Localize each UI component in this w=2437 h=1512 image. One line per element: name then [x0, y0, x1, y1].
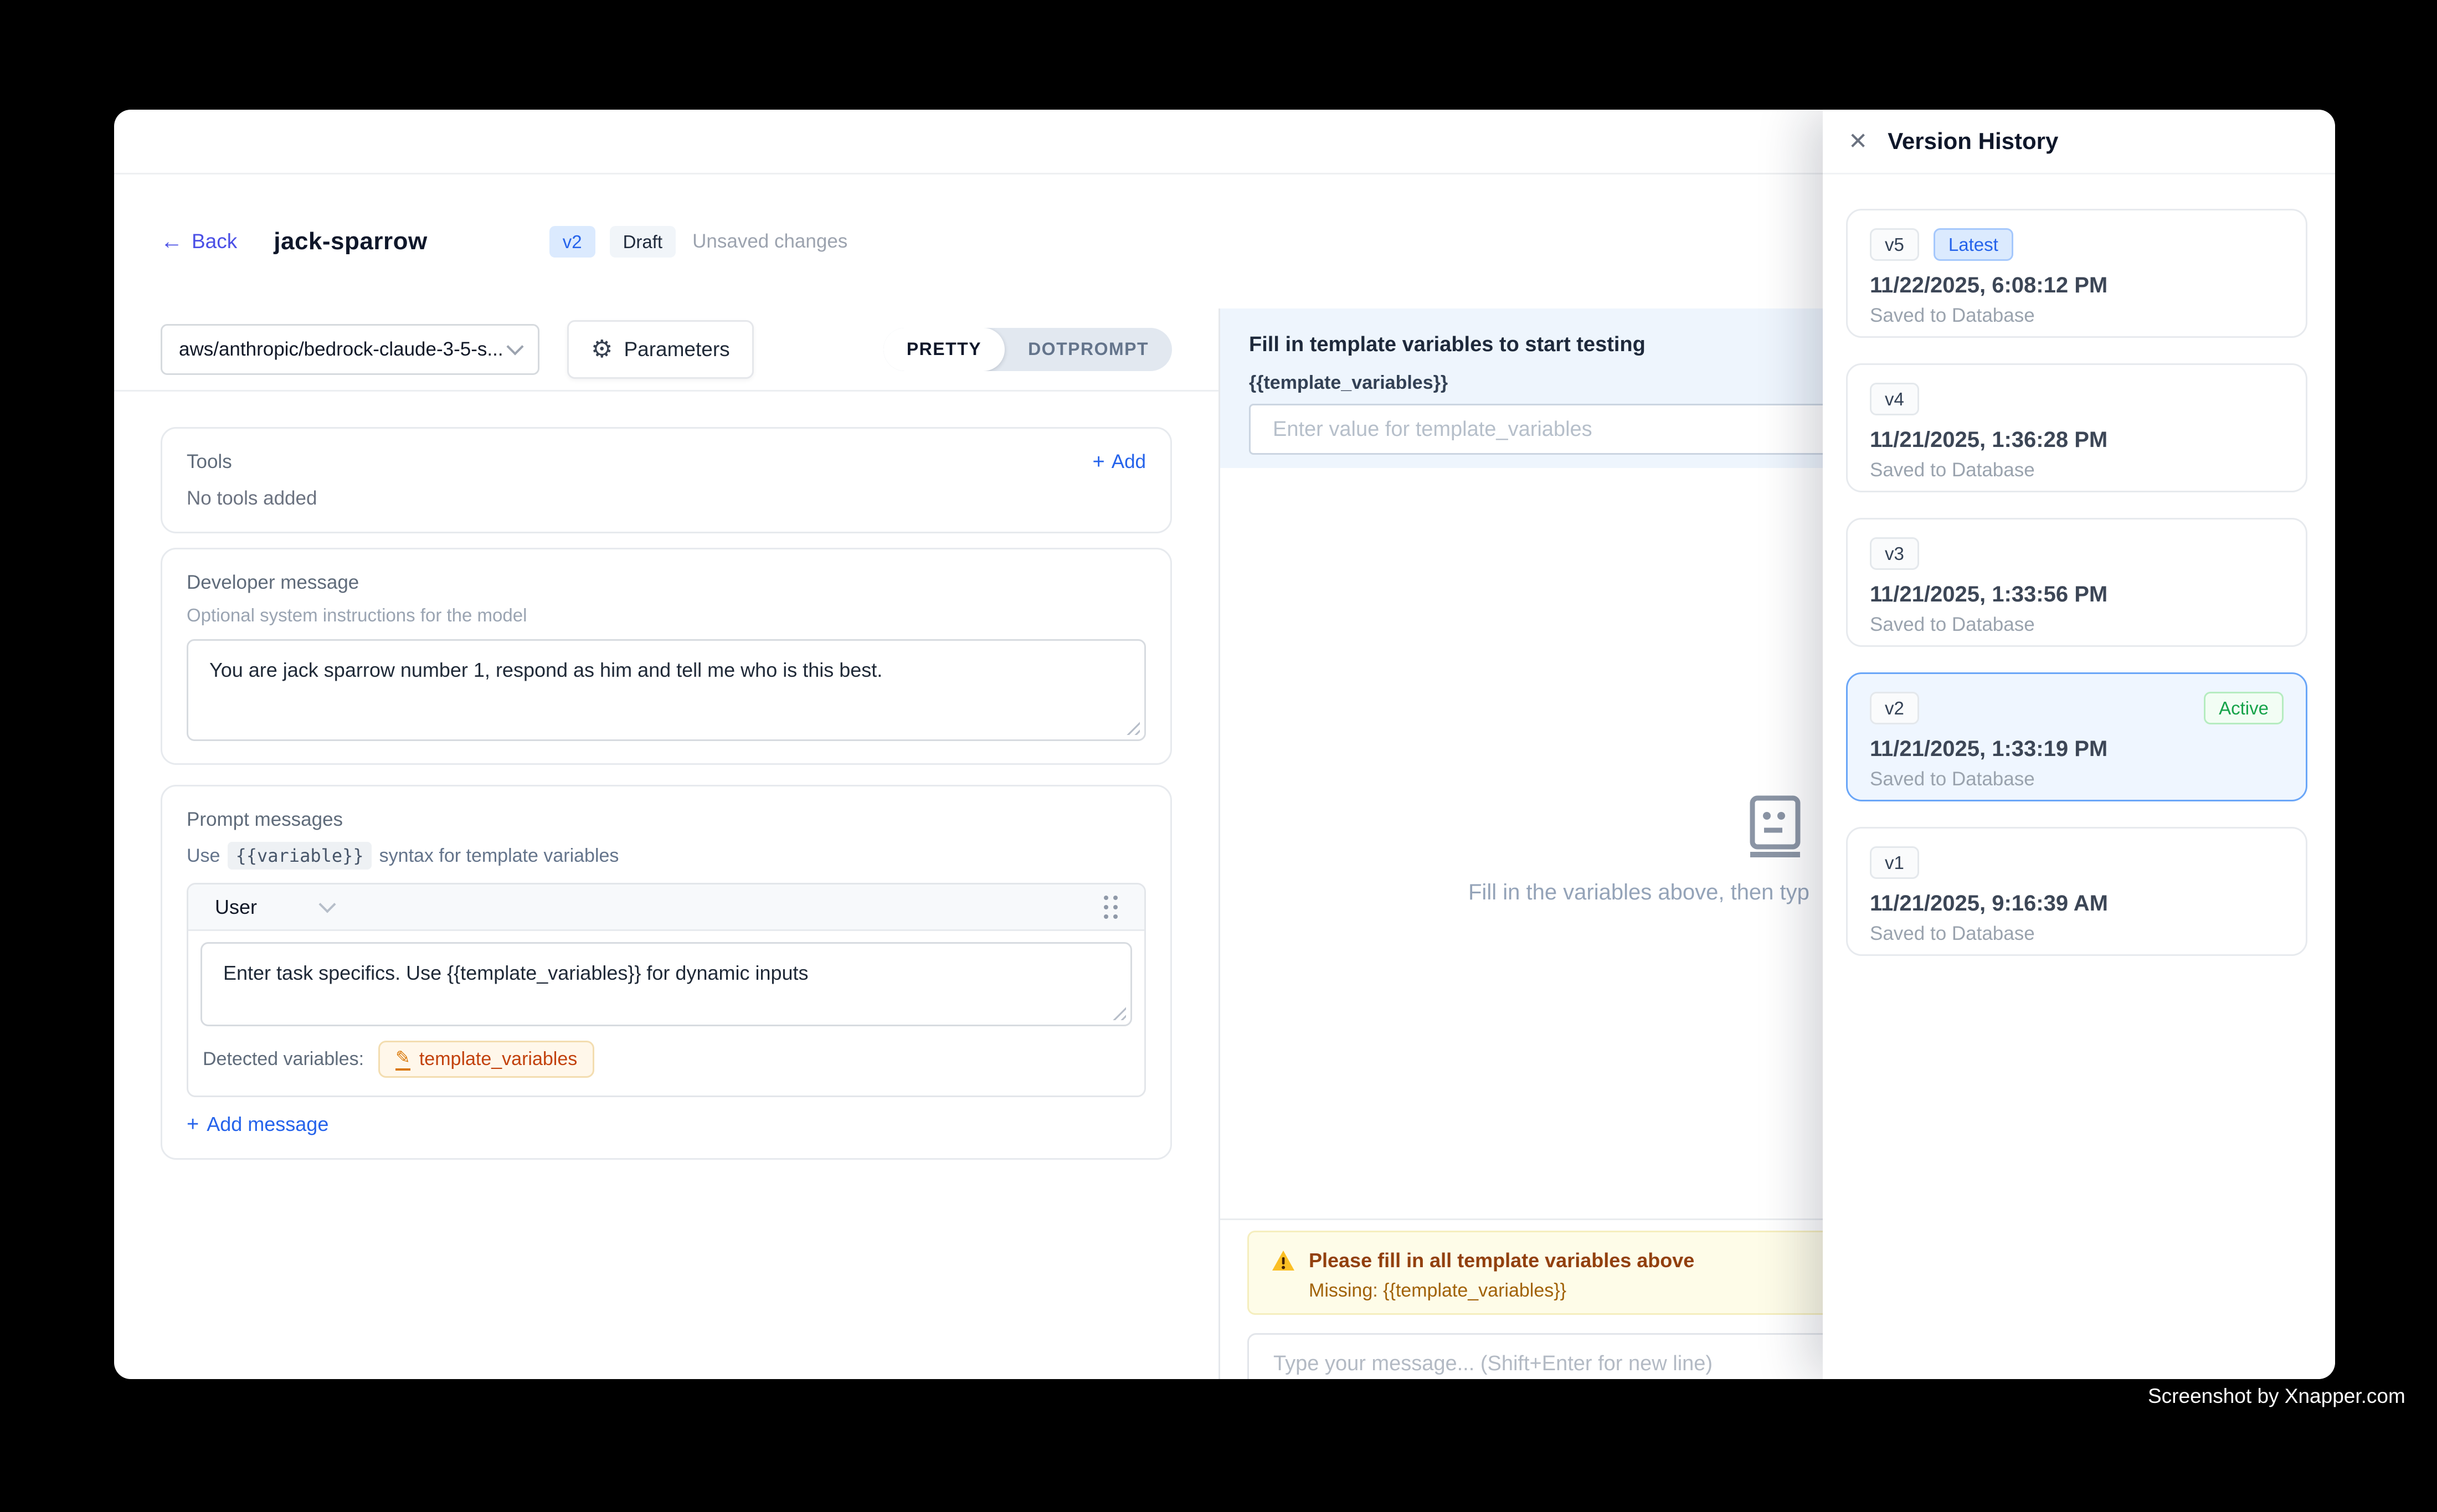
version-number-badge: v3	[1870, 537, 1919, 570]
tools-card: Tools + Add No tools added	[161, 427, 1172, 533]
hint-prefix: Use	[187, 845, 220, 867]
version-timestamp: 11/22/2025, 6:08:12 PM	[1870, 273, 2284, 298]
robot-icon	[1741, 795, 1808, 861]
user-message-input[interactable]: Enter task specifics. Use {{template_var…	[202, 944, 1130, 1025]
editor-pane: aws/anthropic/bedrock-claude-3-5-s... ⚙ …	[114, 308, 1220, 1379]
prompt-messages-title: Prompt messages	[187, 809, 1146, 831]
active-badge: Active	[2204, 692, 2284, 724]
chevron-down-icon	[506, 338, 523, 355]
chevron-down-icon[interactable]	[318, 896, 336, 913]
empty-state-text: Fill in the variables above, then typ	[1468, 880, 1809, 905]
version-list: v5 Latest 11/22/2025, 6:08:12 PM Saved t…	[1823, 174, 2335, 1379]
version-badge: v2	[549, 226, 595, 258]
gear-icon: ⚙	[591, 337, 613, 362]
parameters-label: Parameters	[624, 338, 729, 361]
latest-badge: Latest	[1934, 228, 2013, 261]
back-arrow-icon: ←	[161, 230, 183, 253]
version-card[interactable]: v5 Latest 11/22/2025, 6:08:12 PM Saved t…	[1846, 209, 2307, 338]
model-select[interactable]: aws/anthropic/bedrock-claude-3-5-s...	[161, 324, 539, 375]
version-card[interactable]: v4 11/21/2025, 1:36:28 PM Saved to Datab…	[1846, 363, 2307, 492]
version-timestamp: 11/21/2025, 1:33:56 PM	[1870, 582, 2284, 607]
version-status: Saved to Database	[1870, 768, 2284, 790]
hint-suffix: syntax for template variables	[379, 845, 619, 867]
close-icon[interactable]: ✕	[1848, 130, 1868, 153]
version-card[interactable]: v3 11/21/2025, 1:33:56 PM Saved to Datab…	[1846, 518, 2307, 647]
model-select-value: aws/anthropic/bedrock-claude-3-5-s...	[179, 338, 503, 361]
detected-variables-row: Detected variables: ✎ template_variables	[188, 1026, 1144, 1096]
role-select-value: User	[215, 896, 257, 919]
plus-icon: +	[187, 1114, 199, 1135]
message-block: User Enter task specifics. Use {{templat…	[187, 883, 1146, 1097]
variable-syntax-hint: Use {{variable}} syntax for template var…	[187, 842, 1146, 870]
version-number-badge: v4	[1870, 383, 1919, 415]
unsaved-changes-text: Unsaved changes	[692, 230, 847, 253]
message-role-header: User	[188, 884, 1144, 931]
back-button[interactable]: ← Back	[161, 230, 237, 253]
drag-handle-icon[interactable]	[1104, 896, 1118, 919]
version-history-header: ✕ Version History	[1823, 110, 2335, 174]
page-title: jack-sparrow	[274, 228, 427, 255]
editor-toolbar: aws/anthropic/bedrock-claude-3-5-s... ⚙ …	[114, 308, 1218, 392]
prompt-messages-card: Prompt messages Use {{variable}} syntax …	[161, 785, 1172, 1160]
editor-scroll-area: Tools + Add No tools added Developer mes…	[114, 392, 1218, 1379]
detected-variables-label: Detected variables:	[203, 1048, 364, 1070]
back-label: Back	[192, 230, 237, 253]
parameters-button[interactable]: ⚙ Parameters	[567, 320, 754, 379]
tools-empty-text: No tools added	[187, 487, 1146, 510]
toggle-pretty[interactable]: PRETTY	[883, 328, 1005, 371]
toggle-dotprompt[interactable]: DOTPROMPT	[1005, 328, 1172, 371]
developer-message-input[interactable]: You are jack sparrow number 1, respond a…	[188, 641, 1144, 739]
draft-badge: Draft	[610, 226, 676, 258]
plus-icon: +	[1093, 451, 1105, 472]
version-timestamp: 11/21/2025, 1:33:19 PM	[1870, 737, 2284, 762]
version-number-badge: v2	[1870, 692, 1919, 724]
version-card[interactable]: v2 Active 11/21/2025, 1:33:19 PM Saved t…	[1846, 672, 2307, 801]
variable-syntax-chip: {{variable}}	[228, 842, 371, 870]
watermark-text: Screenshot by Xnapper.com	[2148, 1385, 2405, 1408]
developer-message-subtitle: Optional system instructions for the mod…	[187, 605, 1146, 626]
pen-icon: ✎	[395, 1048, 410, 1071]
version-history-panel: ✕ Version History v5 Latest 11/22/2025, …	[1823, 110, 2335, 1379]
version-card[interactable]: v1 11/21/2025, 9:16:39 AM Saved to Datab…	[1846, 827, 2307, 956]
developer-message-card: Developer message Optional system instru…	[161, 548, 1172, 765]
template-variable-chip[interactable]: ✎ template_variables	[378, 1041, 594, 1078]
version-timestamp: 11/21/2025, 9:16:39 AM	[1870, 891, 2284, 916]
app-window: ← Back jack-sparrow v2 Draft Unsaved cha…	[114, 110, 2335, 1379]
version-status: Saved to Database	[1870, 923, 2284, 945]
add-message-button[interactable]: + Add message	[187, 1113, 1146, 1136]
add-tool-button[interactable]: + Add	[1093, 451, 1146, 473]
version-status: Saved to Database	[1870, 305, 2284, 327]
version-status: Saved to Database	[1870, 614, 2284, 636]
version-history-title: Version History	[1888, 128, 2058, 155]
template-variable-name: template_variables	[419, 1048, 577, 1070]
add-message-label: Add message	[207, 1113, 328, 1136]
warning-icon	[1271, 1249, 1295, 1272]
version-number-badge: v1	[1870, 846, 1919, 879]
add-tool-label: Add	[1112, 451, 1146, 473]
version-status: Saved to Database	[1870, 459, 2284, 481]
version-timestamp: 11/21/2025, 1:36:28 PM	[1870, 428, 2284, 452]
view-mode-toggle: PRETTY DOTPROMPT	[883, 328, 1172, 371]
version-number-badge: v5	[1870, 228, 1919, 261]
warning-title: Please fill in all template variables ab…	[1309, 1249, 1694, 1272]
tools-title: Tools	[187, 451, 232, 473]
developer-message-title: Developer message	[187, 572, 1146, 594]
